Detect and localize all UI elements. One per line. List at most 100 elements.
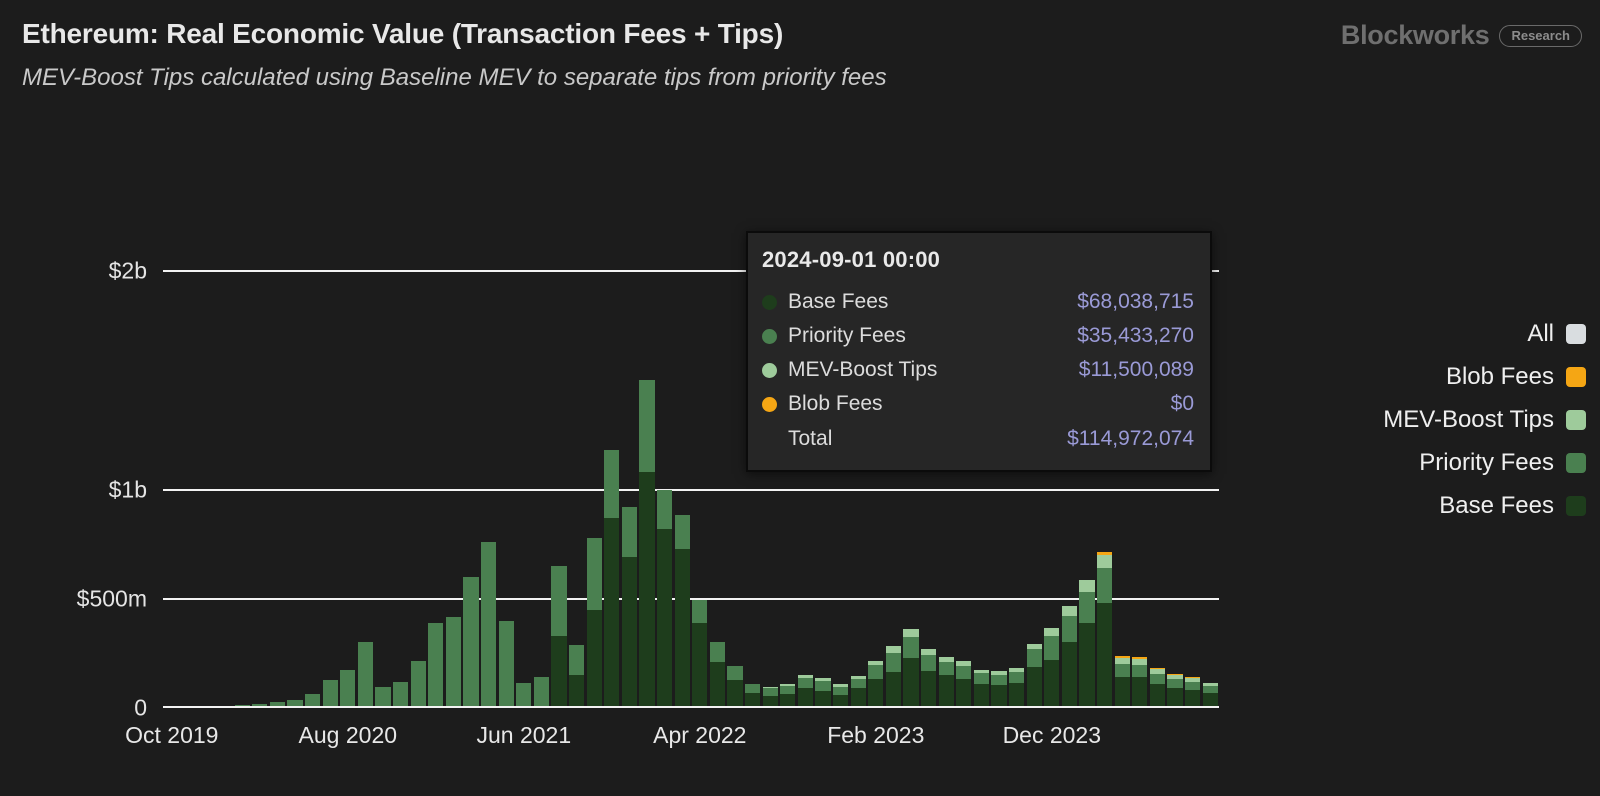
bar-segment-priority-fees [903, 637, 919, 658]
bar[interactable] [744, 683, 761, 708]
bar[interactable] [428, 622, 444, 708]
bar[interactable] [586, 537, 602, 708]
bar[interactable] [1008, 667, 1025, 708]
bar-segment-priority-fees [551, 566, 567, 636]
bar[interactable] [868, 661, 884, 708]
bar-segment-blob-fees [1132, 657, 1148, 659]
bar[interactable] [1026, 644, 1042, 708]
bar[interactable] [709, 642, 726, 708]
legend-item-all[interactable]: All [1226, 312, 1586, 355]
bar-segment-priority-fees [1044, 635, 1060, 660]
tooltip-series-label: Blob Fees [788, 392, 883, 415]
bar-segment-mev-boost-tips [868, 661, 884, 666]
bar[interactable] [1061, 606, 1078, 708]
bar[interactable] [516, 682, 532, 708]
bar[interactable] [480, 541, 497, 708]
legend-item-label: Priority Fees [1419, 448, 1554, 476]
bar[interactable] [410, 661, 426, 708]
bar[interactable] [392, 681, 409, 708]
bar[interactable] [815, 677, 831, 708]
legend-color-swatch[interactable] [1566, 366, 1586, 387]
bar[interactable] [762, 686, 778, 708]
bar-segment-base-fees [920, 670, 937, 708]
tooltip-series-value: $68,038,715 [1077, 290, 1194, 313]
legend-item-blob-fees[interactable]: Blob Fees [1226, 355, 1586, 398]
bar[interactable] [639, 380, 655, 708]
bar[interactable] [1044, 628, 1060, 708]
bar-segment-base-fees [991, 685, 1007, 708]
bar[interactable] [1096, 552, 1113, 708]
legend-color-swatch[interactable] [1566, 495, 1586, 516]
x-axis-tick-label: Feb 2023 [827, 722, 925, 748]
bar-segment-priority-fees [428, 622, 444, 708]
bar-segment-priority-fees [621, 507, 638, 558]
page-title: Ethereum: Real Economic Value (Transacti… [22, 18, 784, 49]
tooltip-series-label: Base Fees [788, 290, 889, 313]
bar[interactable] [956, 661, 972, 708]
bar[interactable] [938, 657, 954, 708]
bar-segment-mev-boost-tips [903, 629, 919, 637]
bar[interactable] [656, 489, 673, 708]
legend-color-swatch[interactable] [1566, 323, 1586, 344]
bar-segment-mev-boost-tips [991, 671, 1007, 675]
bar[interactable] [973, 669, 990, 708]
bar[interactable] [621, 507, 638, 708]
bar[interactable] [357, 642, 374, 708]
x-axis-tick-label: Dec 2023 [1002, 722, 1102, 748]
bar[interactable] [920, 649, 937, 708]
chart-header: Ethereum: Real Economic Value (Transacti… [0, 0, 1600, 110]
bar-segment-base-fees [1096, 603, 1113, 708]
bar[interactable] [780, 683, 796, 708]
bar[interactable] [727, 666, 743, 708]
bar[interactable] [1202, 682, 1218, 708]
bar-segment-priority-fees [1026, 649, 1042, 667]
legend-color-swatch[interactable] [1566, 409, 1586, 430]
bar-segment-priority-fees [868, 665, 884, 679]
bar[interactable] [1114, 656, 1130, 708]
bar-segment-priority-fees [1008, 671, 1025, 683]
bar[interactable] [674, 514, 690, 708]
bar-segment-priority-fees [340, 669, 356, 708]
bar[interactable] [1079, 580, 1095, 708]
bar[interactable] [498, 620, 514, 708]
x-axis-labels: Oct 2019 Aug 2020 Jun 2021 Apr 2022 Feb 2023… [0, 722, 1600, 767]
legend-item-priority-fees[interactable]: Priority Fees [1226, 441, 1586, 484]
tooltip-color-dot [762, 396, 777, 412]
tooltip-series-value: $35,433,270 [1077, 324, 1194, 347]
bar[interactable] [375, 687, 391, 708]
bar[interactable] [692, 599, 708, 708]
legend-item-base-fees[interactable]: Base Fees [1226, 484, 1586, 527]
bar[interactable] [1167, 673, 1183, 708]
bar[interactable] [850, 675, 866, 708]
bar-segment-base-fees [621, 557, 638, 708]
tooltip-row: Base Fees $68,038,715 [762, 285, 1194, 319]
bar[interactable] [991, 671, 1007, 708]
chart-legend[interactable]: All Blob Fees MEV-Boost Tips Priority Fees B… [1226, 312, 1586, 527]
bar[interactable] [797, 674, 814, 708]
bar[interactable] [885, 646, 902, 708]
bar-segment-blob-fees [1114, 656, 1130, 658]
bar[interactable] [322, 679, 338, 708]
bar-segment-priority-fees [973, 673, 990, 684]
tooltip-row: MEV-Boost Tips $11,500,089 [762, 353, 1194, 387]
bar[interactable] [1149, 667, 1166, 708]
bar[interactable] [463, 576, 479, 708]
bar-segment-mev-boost-tips [938, 657, 954, 663]
x-axis-tick-label: Jun 2021 [476, 722, 572, 748]
bar[interactable] [832, 683, 849, 708]
bar-segment-base-fees [551, 635, 567, 708]
bar[interactable] [445, 617, 462, 708]
legend-color-swatch[interactable] [1566, 452, 1586, 473]
bar-segment-priority-fees [568, 644, 585, 676]
bar[interactable] [533, 677, 550, 708]
bar-segment-mev-boost-tips [1132, 658, 1148, 665]
bar[interactable] [604, 450, 620, 708]
bar[interactable] [551, 566, 567, 708]
bar-segment-base-fees [639, 472, 655, 708]
legend-item-mev-boost-tips[interactable]: MEV-Boost Tips [1226, 398, 1586, 441]
bar[interactable] [903, 629, 919, 708]
bar[interactable] [568, 644, 585, 708]
bar[interactable] [1132, 657, 1148, 708]
bar[interactable] [340, 669, 356, 708]
bar[interactable] [1184, 676, 1201, 708]
